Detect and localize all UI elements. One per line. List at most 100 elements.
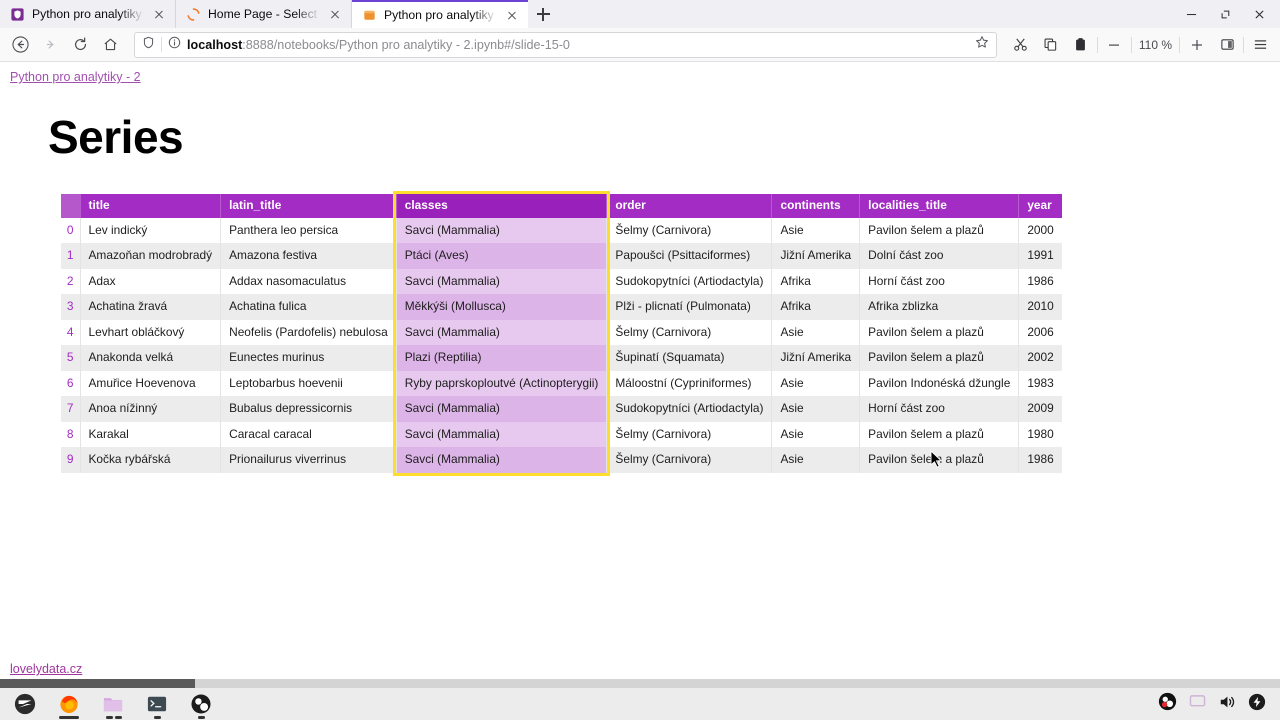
browser-tab-3-close-icon[interactable]: [504, 7, 520, 23]
cell-localities_title: Afrika zblizka: [859, 294, 1020, 320]
cell-classes: Savci (Mammalia): [396, 268, 608, 295]
toolbar-divider-1: [1096, 36, 1098, 53]
minimize-button[interactable]: [1174, 0, 1208, 28]
cell-classes: Savci (Mammalia): [396, 421, 608, 448]
shield-purple-icon: [10, 7, 25, 22]
column-header-continents[interactable]: continents: [771, 194, 861, 218]
column-header-order[interactable]: order: [606, 194, 773, 218]
notebook-footer-link[interactable]: lovelydata.cz: [10, 662, 82, 676]
maximize-restore-button[interactable]: [1208, 0, 1242, 28]
cell-latin_title: Bubalus depressicornis: [220, 396, 397, 422]
display-icon[interactable]: [1189, 694, 1206, 714]
cell-latin_title: Caracal caracal: [220, 421, 397, 448]
url-path: :8888/notebooks/Python pro analytiky - 2…: [242, 37, 570, 52]
toolbar-divider-4: [1243, 36, 1244, 53]
table-head: title latin_title classes order continen…: [61, 194, 1062, 218]
table-index-header: [61, 194, 81, 218]
table-row: 9 Kočka rybářská Prionailurus viverrinus Sa…: [61, 447, 1062, 473]
close-button[interactable]: [1242, 0, 1276, 28]
cell-title: Adax: [80, 268, 222, 295]
forward-arrow-icon: [36, 31, 64, 59]
table-body: 0 Lev indický Panthera leo persica Savci (M…: [61, 217, 1062, 473]
column-header-title[interactable]: title: [80, 194, 222, 218]
cell-title: Amazoňan modrobradý: [80, 243, 222, 269]
tracking-protection-icon[interactable]: [142, 36, 155, 54]
obs-studio-icon[interactable]: [182, 689, 220, 719]
cell-year: 2000: [1018, 217, 1062, 244]
star-icon[interactable]: [975, 35, 989, 54]
zoom-out-button[interactable]: [1100, 31, 1128, 59]
new-tab-button[interactable]: [528, 0, 558, 28]
column-header-localities_title[interactable]: localities_title: [859, 194, 1020, 218]
cell-localities_title: Dolní část zoo: [859, 243, 1020, 269]
cell-title: Anakonda velká: [80, 345, 222, 371]
cell-order: Šelmy (Carnivora): [606, 319, 773, 346]
volume-icon[interactable]: [1218, 694, 1236, 715]
cell-localities_title: Pavilon šelem a plazů: [859, 217, 1020, 244]
cell-latin_title: Panthera leo persica: [220, 217, 397, 244]
dataframe-table: title latin_title classes order continen…: [61, 194, 1062, 473]
obs-recording-icon[interactable]: [1158, 692, 1177, 716]
home-icon[interactable]: [96, 31, 124, 59]
cell-continents: Jižní Amerika: [771, 345, 861, 371]
zoom-controls: 110 %: [1100, 31, 1211, 59]
notebook-header-link[interactable]: Python pro analytiky - 2: [10, 70, 141, 84]
column-header-classes[interactable]: classes: [396, 194, 608, 218]
system-tray: [1158, 692, 1274, 716]
cell-continents: Asie: [771, 396, 861, 422]
reload-icon[interactable]: [66, 31, 94, 59]
cell-title: Kočka rybářská: [80, 447, 222, 473]
browser-tab-1-close-icon[interactable]: [151, 6, 167, 22]
cell-continents: Asie: [771, 370, 861, 397]
cell-latin_title: Eunectes murinus: [220, 345, 397, 371]
cell-title: Anoa nížinný: [80, 396, 222, 422]
cell-continents: Afrika: [771, 294, 861, 320]
cell-title: Lev indický: [80, 217, 222, 244]
mouse-cursor: [930, 449, 943, 470]
clipboard-icon[interactable]: [1067, 31, 1095, 59]
copy-icon[interactable]: [1037, 31, 1065, 59]
cell-latin_title: Addax nasomaculatus: [220, 268, 397, 295]
power-icon[interactable]: [1248, 693, 1266, 716]
column-header-year[interactable]: year: [1018, 194, 1062, 218]
cell-title: Amuřice Hoevenova: [80, 370, 222, 397]
zoom-level-label[interactable]: 110 %: [1135, 38, 1176, 52]
cell-continents: Asie: [771, 217, 861, 244]
page-info-icon[interactable]: [168, 36, 181, 54]
cell-year: 1986: [1018, 447, 1062, 473]
cell-classes: Ryby paprskoploutvé (Actinopterygii): [396, 370, 608, 397]
table-row-index: 3: [61, 294, 81, 320]
scissors-icon[interactable]: [1007, 31, 1035, 59]
zoom-in-button[interactable]: [1183, 31, 1211, 59]
scrollbar-thumb[interactable]: [0, 679, 195, 688]
cell-order: Máloostní (Cypriniformes): [606, 370, 773, 397]
reader-view-icon[interactable]: [1213, 31, 1241, 59]
table-row: 5 Anakonda velká Eunectes murinus Plazi (Re…: [61, 345, 1062, 371]
cell-order: Šelmy (Carnivora): [606, 217, 773, 244]
zorin-menu-icon[interactable]: [6, 689, 44, 719]
back-arrow-icon[interactable]: [6, 31, 34, 59]
browser-tab-3[interactable]: Python pro analytiky - 2: [352, 0, 528, 28]
table-row-index: 4: [61, 319, 81, 346]
cell-latin_title: Amazona festiva: [220, 243, 397, 269]
browser-tab-1[interactable]: Python pro analytiky | L: [0, 0, 176, 28]
hamburger-menu-icon[interactable]: [1246, 31, 1274, 59]
jupyter-icon: [362, 8, 377, 23]
table-row: 2 Adax Addax nasomaculatus Savci (Mammalia)…: [61, 268, 1062, 295]
files-icon[interactable]: [94, 689, 132, 719]
firefox-icon[interactable]: [50, 689, 88, 719]
horizontal-scrollbar[interactable]: [0, 679, 1280, 688]
terminal-icon[interactable]: [138, 689, 176, 719]
url-text[interactable]: localhost:8888/notebooks/Python pro anal…: [187, 38, 570, 52]
cell-order: Šupinatí (Squamata): [606, 345, 773, 371]
address-bar[interactable]: localhost:8888/notebooks/Python pro anal…: [134, 31, 997, 58]
browser-tab-2[interactable]: Home Page - Select or: [176, 0, 352, 28]
cell-latin_title: Achatina fulica: [220, 294, 397, 320]
cell-order: Papoušci (Psittaciformes): [606, 243, 773, 269]
column-header-latin_title[interactable]: latin_title: [220, 194, 397, 218]
cell-title: Achatina žravá: [80, 294, 222, 320]
cell-classes: Savci (Mammalia): [396, 319, 608, 346]
cell-year: 2006: [1018, 319, 1062, 346]
browser-tab-2-close-icon[interactable]: [327, 6, 343, 22]
cell-year: 2010: [1018, 294, 1062, 320]
